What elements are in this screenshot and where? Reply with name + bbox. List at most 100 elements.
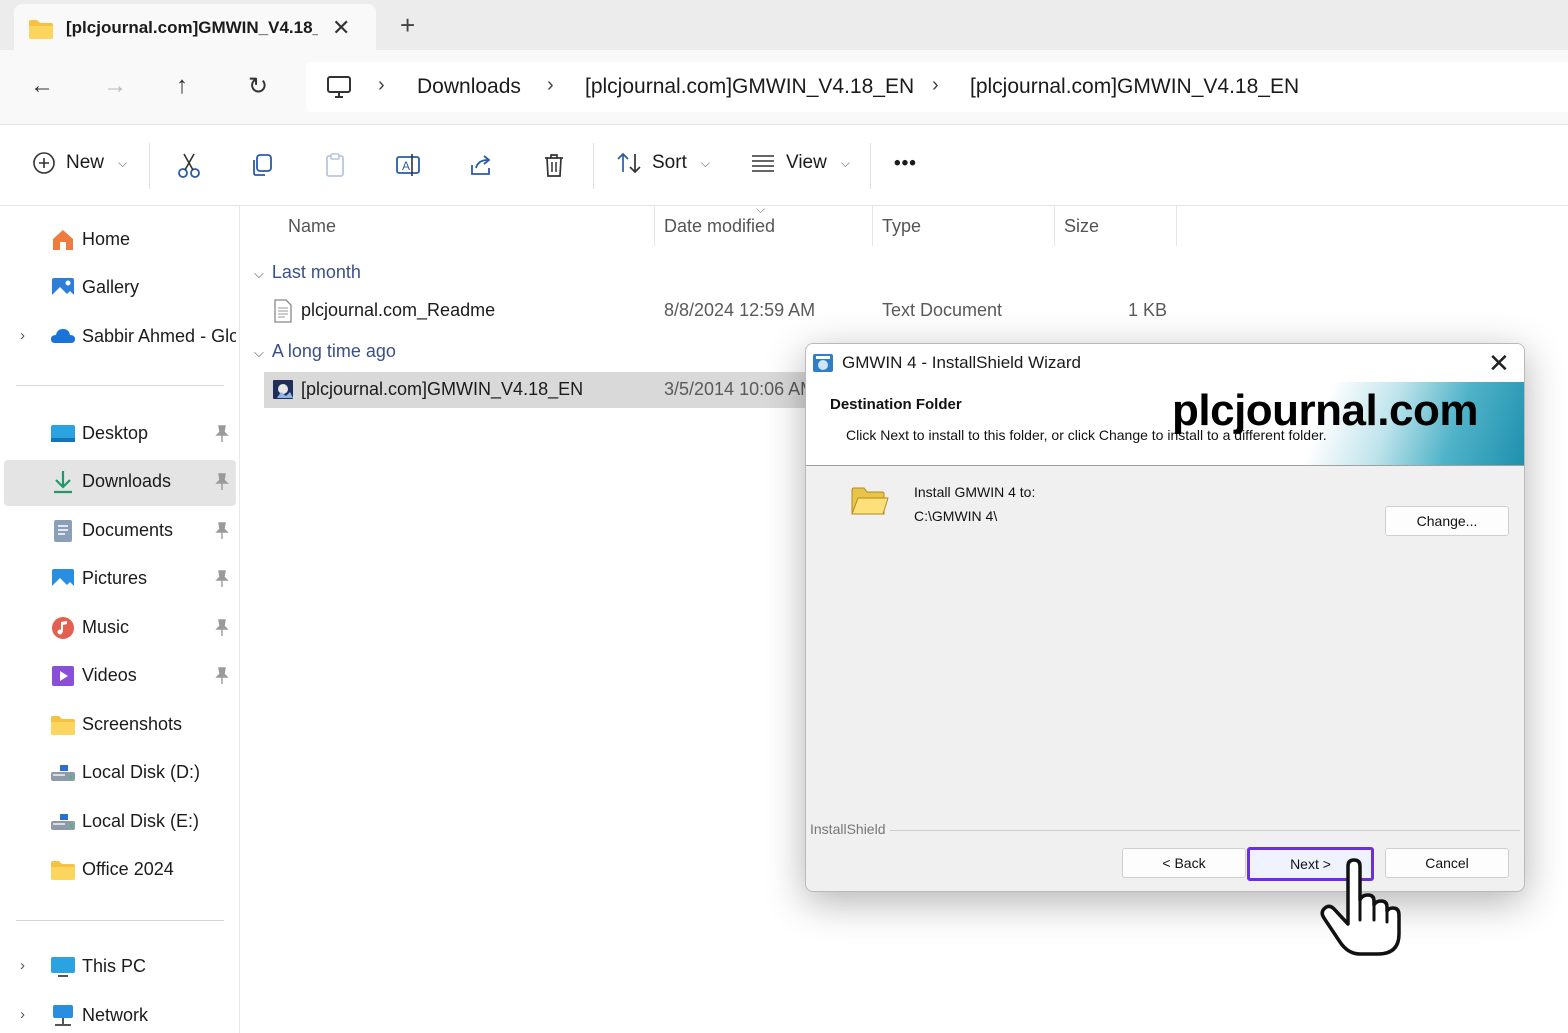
share-icon[interactable] — [467, 151, 495, 179]
rename-icon[interactable]: A — [394, 151, 422, 179]
this-pc-icon — [51, 957, 75, 977]
column-divider[interactable] — [1054, 206, 1055, 246]
sidebar-item-label: Sabbir Ahmed - Global — [82, 326, 236, 346]
installshield-divider — [810, 830, 1520, 831]
breadcrumb-separator-icon[interactable]: › — [547, 74, 554, 97]
sidebar-item-gallery[interactable]: Gallery — [4, 266, 236, 312]
change-button[interactable]: Change... — [1385, 506, 1509, 536]
breadcrumb-separator-icon[interactable]: › — [932, 74, 939, 97]
chevron-right-icon[interactable]: › — [20, 957, 25, 974]
column-header-type[interactable]: Type — [882, 216, 921, 237]
group-header-last-month[interactable]: ⌵ Last month — [254, 262, 361, 283]
folder-icon — [29, 20, 53, 39]
cut-scissors-icon[interactable] — [175, 151, 203, 179]
toolbar-divider — [870, 143, 871, 189]
view-button[interactable]: View ⌵ — [750, 151, 850, 175]
pin-icon[interactable] — [214, 667, 230, 685]
chevron-down-icon[interactable]: ⌵ — [254, 266, 264, 281]
pin-icon[interactable] — [214, 570, 230, 588]
dialog-titlebar[interactable]: GMWIN 4 - InstallShield Wizard ✕ — [806, 344, 1524, 382]
tab-title: [plcjournal.com]GMWIN_V4.18_EN — [66, 18, 318, 37]
sidebar-item-videos[interactable]: Videos — [4, 654, 236, 700]
sidebar-item-pictures[interactable]: Pictures — [4, 557, 236, 603]
sort-arrows-icon — [617, 152, 641, 174]
file-type: Text Document — [882, 300, 1003, 320]
group-header-long-time-ago[interactable]: ⌵ A long time ago — [254, 341, 396, 362]
sidebar-item-music[interactable]: Music — [4, 606, 236, 652]
drive-icon — [51, 765, 75, 781]
cancel-button[interactable]: Cancel — [1385, 848, 1509, 878]
breadcrumb-downloads[interactable]: Downloads — [417, 75, 521, 99]
more-options-icon[interactable]: ••• — [894, 153, 917, 175]
dialog-close-icon[interactable]: ✕ — [1488, 348, 1510, 379]
paste-icon[interactable] — [321, 151, 349, 179]
installshield-label: InstallShield — [810, 821, 890, 837]
address-bar[interactable]: › Downloads › [plcjournal.com]GMWIN_V4.1… — [306, 62, 1568, 112]
view-list-icon — [752, 155, 774, 172]
sidebar-item-network[interactable]: › Network — [4, 994, 236, 1033]
column-header-date-modified[interactable]: Date modified — [664, 216, 775, 237]
installer-app-icon — [813, 354, 833, 372]
sidebar-item-label: Local Disk (D:) — [82, 762, 201, 782]
chevron-down-icon[interactable]: ⌵ — [254, 345, 264, 360]
documents-icon — [54, 520, 72, 542]
sidebar-item-downloads[interactable]: Downloads — [4, 460, 236, 506]
new-button[interactable]: New ⌵ — [32, 151, 127, 175]
hand-pointer-cursor-icon — [1320, 858, 1401, 956]
tab-strip: [plcjournal.com]GMWIN_V4.18_EN ✕ + — [0, 0, 1568, 50]
copy-icon[interactable] — [248, 151, 276, 179]
column-divider[interactable] — [654, 206, 655, 246]
breadcrumb-folder[interactable]: [plcjournal.com]GMWIN_V4.18_EN — [585, 75, 914, 99]
sidebar-item-documents[interactable]: Documents — [4, 509, 236, 555]
delete-trash-icon[interactable] — [540, 151, 568, 179]
new-button-label: New — [66, 152, 105, 173]
tab-close-icon[interactable]: ✕ — [332, 15, 350, 41]
sidebar-item-label: Office 2024 — [82, 859, 174, 879]
pin-icon[interactable] — [214, 522, 230, 540]
sidebar-item-screenshots[interactable]: Screenshots — [4, 703, 236, 749]
new-tab-button[interactable]: + — [400, 10, 415, 41]
column-divider[interactable] — [872, 206, 873, 246]
breadcrumb-subfolder[interactable]: [plcjournal.com]GMWIN_V4.18_EN — [970, 75, 1299, 99]
sidebar-item-onedrive[interactable]: › Sabbir Ahmed - Global — [4, 315, 236, 361]
desktop-icon — [51, 425, 75, 442]
back-arrow-icon[interactable]: ← — [30, 72, 54, 100]
sort-button-label: Sort — [652, 152, 687, 173]
sort-button[interactable]: Sort ⌵ — [616, 151, 710, 175]
up-arrow-icon[interactable]: ↑ — [176, 72, 188, 100]
onedrive-cloud-icon — [51, 329, 75, 343]
file-date: 8/8/2024 12:59 AM — [664, 300, 816, 320]
chevron-right-icon[interactable]: › — [20, 327, 25, 344]
file-row[interactable]: plcjournal.com_Readme 8/8/2024 12:59 AM … — [264, 293, 1167, 329]
computer-monitor-icon[interactable] — [326, 75, 352, 99]
column-header-size[interactable]: Size — [1064, 216, 1099, 237]
pin-icon[interactable] — [214, 473, 230, 491]
forward-arrow-icon[interactable]: → — [103, 72, 127, 100]
refresh-icon[interactable]: ↻ — [248, 72, 268, 101]
tab-active[interactable]: [plcjournal.com]GMWIN_V4.18_EN ✕ — [14, 4, 376, 50]
column-divider[interactable] — [1176, 206, 1177, 246]
sidebar-item-local-disk-d[interactable]: Local Disk (D:) — [4, 751, 236, 797]
sidebar-item-label: Downloads — [82, 471, 172, 491]
chevron-down-icon: ⌵ — [700, 155, 710, 170]
sidebar-item-label: Videos — [82, 665, 137, 685]
breadcrumb-separator-icon[interactable]: › — [378, 74, 385, 97]
toolbar-divider — [149, 143, 150, 189]
navigation-pane: Home Gallery › Sabbir Ahmed - Global Des… — [0, 206, 240, 1033]
column-header-name[interactable]: Name — [288, 216, 336, 237]
file-name: [plcjournal.com]GMWIN_V4.18_EN — [301, 379, 584, 399]
installer-application-icon — [273, 380, 293, 399]
videos-icon — [52, 666, 74, 686]
chevron-right-icon[interactable]: › — [20, 1006, 25, 1023]
sidebar-item-desktop[interactable]: Desktop — [4, 412, 236, 458]
sidebar-item-label: Network — [82, 1005, 149, 1025]
back-button[interactable]: < Back — [1122, 848, 1246, 878]
sidebar-item-local-disk-e[interactable]: Local Disk (E:) — [4, 800, 236, 846]
sidebar-item-label: Screenshots — [82, 714, 183, 734]
pin-icon[interactable] — [214, 619, 230, 637]
pin-icon[interactable] — [214, 425, 230, 443]
sidebar-item-office-2024[interactable]: Office 2024 — [4, 848, 236, 894]
sidebar-item-home[interactable]: Home — [4, 218, 236, 264]
toolbar-divider — [593, 143, 594, 189]
sidebar-item-this-pc[interactable]: › This PC — [4, 945, 236, 991]
